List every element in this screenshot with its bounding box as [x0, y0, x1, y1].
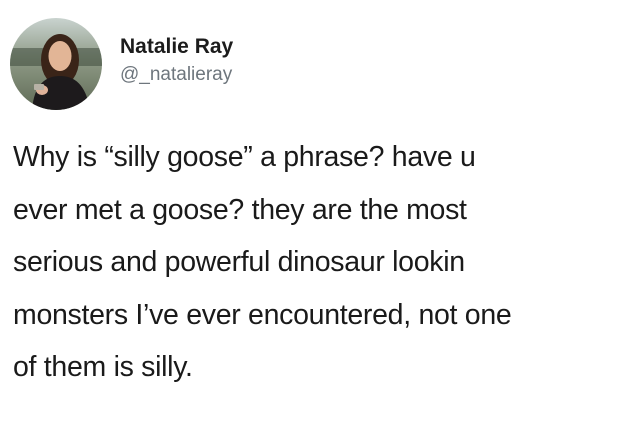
tweet-text-line: Why is “silly goose” a phrase? have u: [13, 141, 476, 173]
tweet-author: Natalie Ray @_natalieray: [120, 34, 233, 88]
tweet-header: Natalie Ray @_natalieray: [10, 18, 233, 110]
tweet-body: Why is “silly goose” a phrase? have u ev…: [13, 143, 633, 406]
avatar-photo-icon: [10, 18, 102, 110]
tweet-text-line: monsters I’ve ever encountered, not one: [13, 298, 512, 331]
tweet-text-line: of them is silly.: [13, 351, 193, 383]
author-handle[interactable]: @_natalieray: [120, 62, 233, 88]
tweet-text-line: ever met a goose? they are the most: [13, 193, 467, 226]
avatar[interactable]: [10, 18, 102, 110]
author-display-name[interactable]: Natalie Ray: [120, 34, 233, 60]
tweet-card: Natalie Ray @_natalieray Why is “silly g…: [0, 0, 640, 421]
tweet-text-line: serious and powerful dinosaur lookin: [13, 246, 465, 278]
